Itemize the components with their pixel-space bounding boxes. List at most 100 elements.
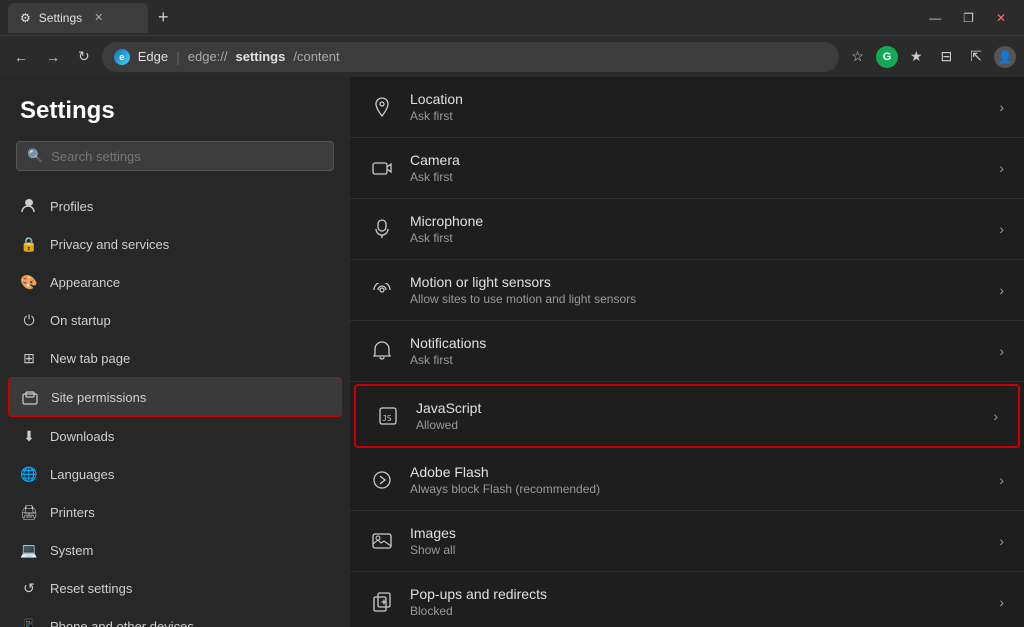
main-content: Settings 🔍 Profiles 🔒 Privacy and servic… <box>0 77 1024 627</box>
javascript-icon: JS <box>376 404 400 428</box>
javascript-title: JavaScript <box>416 400 977 416</box>
back-button[interactable]: ← <box>8 45 34 69</box>
location-subtitle: Ask first <box>410 109 983 123</box>
notifications-icon <box>370 339 394 363</box>
search-settings-input[interactable] <box>51 149 323 164</box>
settings-item-javascript[interactable]: JS JavaScript Allowed › <box>354 384 1020 448</box>
on-startup-label: On startup <box>50 313 111 328</box>
camera-text: Camera Ask first <box>410 152 983 184</box>
javascript-text: JavaScript Allowed <box>416 400 977 432</box>
sidebar-item-site-permissions[interactable]: Site permissions <box>8 377 342 417</box>
sidebar-item-reset-settings[interactable]: ↺ Reset settings <box>0 569 350 607</box>
profile-avatar[interactable]: 👤 <box>994 46 1016 68</box>
motion-sensors-text: Motion or light sensors Allow sites to u… <box>410 274 983 306</box>
forward-button[interactable]: → <box>40 45 66 69</box>
sidebar-item-new-tab-page[interactable]: ⊞ New tab page <box>0 339 350 377</box>
settings-item-adobe-flash[interactable]: Adobe Flash Always block Flash (recommen… <box>350 450 1024 511</box>
tab-label: Settings <box>39 11 82 25</box>
settings-item-microphone[interactable]: Microphone Ask first › <box>350 199 1024 260</box>
location-chevron-icon: › <box>999 99 1004 115</box>
search-icon: 🔍 <box>27 148 43 164</box>
reset-settings-label: Reset settings <box>50 581 132 596</box>
new-tab-page-label: New tab page <box>50 351 130 366</box>
microphone-chevron-icon: › <box>999 221 1004 237</box>
settings-item-popups[interactable]: Pop-ups and redirects Blocked › <box>350 572 1024 627</box>
microphone-text: Microphone Ask first <box>410 213 983 245</box>
refresh-button[interactable]: ↻ <box>72 44 96 69</box>
minimize-button[interactable]: — <box>919 7 951 29</box>
restore-button[interactable]: ❐ <box>953 7 984 29</box>
notifications-title: Notifications <box>410 335 983 351</box>
url-bar[interactable]: e Edge | edge://settings/content <box>102 42 840 72</box>
downloads-label: Downloads <box>50 429 114 444</box>
favorites-button[interactable]: ★ <box>904 44 929 69</box>
sidebar-title: Settings <box>0 97 350 141</box>
search-box[interactable]: 🔍 <box>16 141 334 171</box>
system-label: System <box>50 543 93 558</box>
motion-sensors-chevron-icon: › <box>999 282 1004 298</box>
settings-item-camera[interactable]: Camera Ask first › <box>350 138 1024 199</box>
sidebar-item-on-startup[interactable]: ⏻ On startup <box>0 301 350 339</box>
edge-text: Edge <box>138 49 168 64</box>
motion-sensors-icon <box>370 278 394 302</box>
appearance-icon: 🎨 <box>20 273 38 291</box>
settings-item-notifications[interactable]: Notifications Ask first › <box>350 321 1024 382</box>
settings-item-location[interactable]: Location Ask first › <box>350 77 1024 138</box>
toolbar-icons: ☆ G ★ ⊟ ⇱ 👤 <box>845 44 1016 69</box>
microphone-subtitle: Ask first <box>410 231 983 245</box>
motion-sensors-subtitle: Allow sites to use motion and light sens… <box>410 292 983 306</box>
settings-tab[interactable]: ⚙ Settings ✕ <box>8 3 148 33</box>
phone-devices-icon: 📱 <box>20 617 38 627</box>
title-bar: ⚙ Settings ✕ + — ❐ ✕ <box>0 0 1024 35</box>
languages-label: Languages <box>50 467 114 482</box>
new-tab-button[interactable]: + <box>152 5 175 30</box>
right-content-panel: Location Ask first › Camera Ask first › … <box>350 77 1024 627</box>
sidebar-item-appearance[interactable]: 🎨 Appearance <box>0 263 350 301</box>
location-text: Location Ask first <box>410 91 983 123</box>
images-title: Images <box>410 525 983 541</box>
printers-icon: 🖨 <box>20 503 38 521</box>
settings-item-motion-sensors[interactable]: Motion or light sensors Allow sites to u… <box>350 260 1024 321</box>
sidebar-item-privacy[interactable]: 🔒 Privacy and services <box>0 225 350 263</box>
images-chevron-icon: › <box>999 533 1004 549</box>
adobe-flash-subtitle: Always block Flash (recommended) <box>410 482 983 496</box>
grammarly-icon[interactable]: G <box>876 46 898 68</box>
edge-logo-icon: e <box>114 49 130 65</box>
javascript-chevron-icon: › <box>993 408 998 424</box>
svg-text:JS: JS <box>382 414 392 423</box>
adobe-flash-text: Adobe Flash Always block Flash (recommen… <box>410 464 983 496</box>
adobe-flash-chevron-icon: › <box>999 472 1004 488</box>
camera-title: Camera <box>410 152 983 168</box>
site-permissions-label: Site permissions <box>51 390 146 405</box>
sidebar-item-printers[interactable]: 🖨 Printers <box>0 493 350 531</box>
popups-chevron-icon: › <box>999 594 1004 610</box>
privacy-label: Privacy and services <box>50 237 169 252</box>
microphone-icon <box>370 217 394 241</box>
adobe-flash-title: Adobe Flash <box>410 464 983 480</box>
images-icon <box>370 529 394 553</box>
microphone-title: Microphone <box>410 213 983 229</box>
tab-close-btn[interactable]: ✕ <box>94 11 103 24</box>
printers-label: Printers <box>50 505 95 520</box>
collections-button[interactable]: ⊟ <box>935 44 959 69</box>
address-bar: ← → ↻ e Edge | edge://settings/content ☆… <box>0 35 1024 77</box>
share-button[interactable]: ⇱ <box>964 44 988 69</box>
tab-area: ⚙ Settings ✕ + <box>8 3 911 33</box>
sidebar-item-downloads[interactable]: ⬇ Downloads <box>0 417 350 455</box>
sidebar-item-phone-devices[interactable]: 📱 Phone and other devices <box>0 607 350 627</box>
privacy-icon: 🔒 <box>20 235 38 253</box>
appearance-label: Appearance <box>50 275 120 290</box>
close-window-button[interactable]: ✕ <box>986 7 1016 29</box>
favorites-star-button[interactable]: ☆ <box>845 44 870 69</box>
sidebar-item-system[interactable]: 💻 System <box>0 531 350 569</box>
phone-devices-label: Phone and other devices <box>50 619 194 627</box>
profiles-icon <box>20 197 38 215</box>
settings-item-images[interactable]: Images Show all › <box>350 511 1024 572</box>
url-bold-part: settings <box>236 49 286 64</box>
camera-icon <box>370 156 394 180</box>
sidebar-item-profiles[interactable]: Profiles <box>0 187 350 225</box>
camera-subtitle: Ask first <box>410 170 983 184</box>
sidebar-item-languages[interactable]: 🌐 Languages <box>0 455 350 493</box>
location-title: Location <box>410 91 983 107</box>
window-controls: — ❐ ✕ <box>919 7 1016 29</box>
